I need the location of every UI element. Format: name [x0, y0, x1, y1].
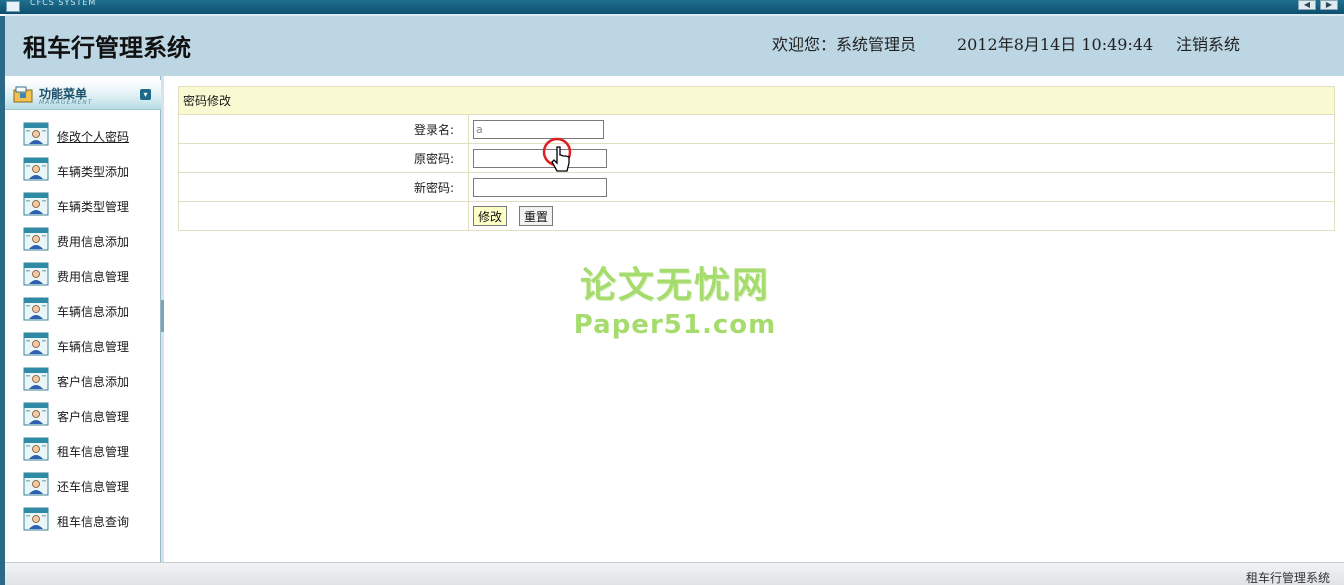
password-form: 密码修改 登录名: 原密码: 新密码: 修改重置 — [178, 86, 1335, 231]
window-prev-button[interactable]: ◀ — [1298, 0, 1316, 10]
system-title: 租车行管理系统 — [23, 33, 191, 62]
user-card-icon — [23, 157, 49, 181]
sidebar-item[interactable]: 车辆信息管理 — [23, 332, 153, 360]
sidebar-item[interactable]: 费用信息管理 — [23, 262, 153, 290]
sidebar-item-label: 客户信息添加 — [57, 375, 130, 389]
window-title: CFCS SYSTEM — [30, 0, 97, 7]
collapse-chevron-icon[interactable]: ▾ — [140, 89, 151, 100]
app-icon — [6, 1, 20, 12]
sidebar-item-label: 费用信息添加 — [57, 235, 130, 249]
sidebar-item[interactable]: 客户信息管理 — [23, 402, 153, 430]
sidebar-item[interactable]: 修改个人密码 — [23, 122, 153, 150]
footer-text: 租车行管理系统 — [1245, 571, 1330, 585]
sidebar-item-label: 车辆类型管理 — [57, 200, 130, 214]
sidebar-item[interactable]: 租车信息管理 — [23, 437, 153, 465]
user-card-icon — [23, 507, 49, 531]
old-password-label: 原密码: — [178, 143, 469, 173]
sidebar-item-label: 客户信息管理 — [57, 410, 130, 424]
watermark-cn: 论文无忧网 — [579, 265, 770, 306]
sidebar-item[interactable]: 费用信息添加 — [23, 227, 153, 255]
sidebar-item-label: 租车信息查询 — [57, 515, 130, 529]
submit-button[interactable]: 修改 — [473, 206, 508, 226]
new-password-label: 新密码: — [178, 172, 469, 202]
user-card-icon — [23, 192, 49, 216]
new-password-input[interactable] — [473, 177, 607, 197]
old-password-input[interactable] — [473, 148, 607, 168]
user-card-icon — [23, 122, 49, 146]
window-next-button[interactable]: ▶ — [1320, 0, 1338, 10]
user-card-icon — [23, 472, 49, 496]
user-card-icon — [23, 402, 49, 426]
sidebar-header: 功能菜单 MANAGEMENT ▾ — [5, 80, 161, 110]
hand-cursor-icon — [542, 137, 572, 172]
window-title-bar: CFCS SYSTEM ◀ ▶ — [0, 0, 1344, 14]
sidebar-item[interactable]: 车辆信息添加 — [23, 297, 153, 325]
user-card-icon — [23, 367, 49, 391]
login-name-label: 登录名: — [178, 114, 469, 144]
watermark: 论文无忧网 Paper51.com — [570, 256, 780, 340]
sidebar-item-label: 还车信息管理 — [57, 480, 130, 494]
menu-folder-icon — [13, 86, 33, 103]
user-card-icon — [23, 262, 49, 286]
user-card-icon — [23, 332, 49, 356]
reset-button[interactable]: 重置 — [519, 206, 554, 226]
sidebar-item-label: 车辆信息管理 — [57, 340, 130, 354]
main-content: 密码修改 登录名: 原密码: 新密码: 修改重置 论文无 — [164, 76, 1344, 562]
sidebar: 功能菜单 MANAGEMENT ▾ 修改个人密码 车辆类型添加 车辆类型管理 费用信息… — [5, 76, 161, 562]
datetime-text: 2012年8月14日 10:49:44 — [957, 35, 1154, 54]
user-card-icon — [23, 437, 49, 461]
page-header: 租车行管理系统 欢迎您：系统管理员 2012年8月14日 10:49:44 注销… — [0, 14, 1344, 78]
user-card-icon — [23, 297, 49, 321]
logout-link[interactable]: 注销系统 — [1176, 31, 1240, 55]
sidebar-item[interactable]: 车辆类型添加 — [23, 157, 153, 185]
sidebar-item[interactable]: 客户信息添加 — [23, 367, 153, 395]
sidebar-item[interactable]: 还车信息管理 — [23, 472, 153, 500]
sidebar-item[interactable]: 租车信息查询 — [23, 507, 153, 535]
welcome-text: 欢迎您：系统管理员 — [772, 35, 917, 54]
login-name-input[interactable] — [473, 119, 604, 139]
sidebar-subtitle: MANAGEMENT — [39, 99, 93, 106]
sidebar-item-label: 租车信息管理 — [57, 445, 130, 459]
watermark-en: Paper51.com — [573, 310, 777, 340]
form-header: 密码修改 — [178, 86, 1335, 115]
sidebar-item-label: 费用信息管理 — [57, 270, 130, 284]
frame-edge — [0, 16, 5, 78]
sidebar-item-label: 修改个人密码 — [57, 130, 130, 144]
sidebar-item-label: 车辆类型添加 — [57, 165, 130, 179]
button-row-spacer — [178, 201, 469, 231]
status-bar: 租车行管理系统 — [5, 562, 1344, 585]
user-card-icon — [23, 227, 49, 251]
sidebar-item-label: 车辆信息添加 — [57, 305, 130, 319]
sidebar-item[interactable]: 车辆类型管理 — [23, 192, 153, 220]
